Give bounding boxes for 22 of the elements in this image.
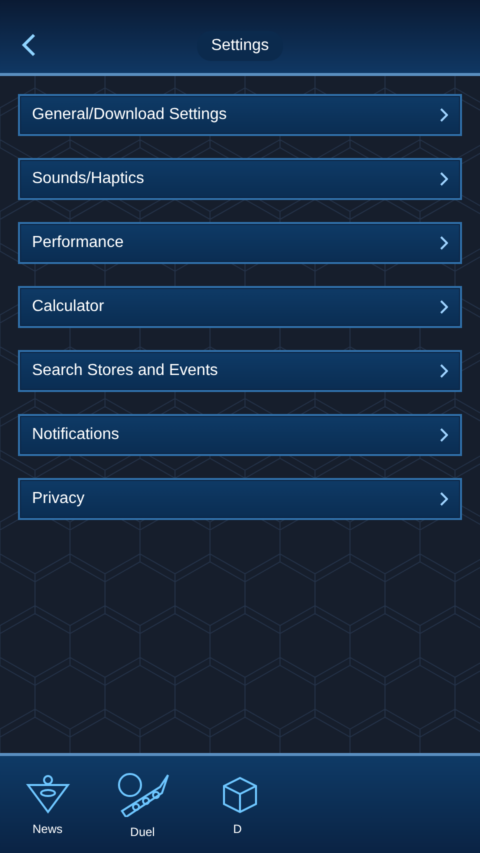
page-title: Settings bbox=[197, 31, 283, 61]
settings-menu-item[interactable]: Sounds/Haptics bbox=[18, 158, 462, 200]
pyramid-icon bbox=[26, 774, 70, 814]
duel-disk-icon bbox=[116, 770, 170, 816]
settings-menu-item[interactable]: Calculator bbox=[18, 286, 462, 328]
chevron-right-icon bbox=[440, 300, 448, 314]
chevron-right-icon bbox=[440, 492, 448, 506]
chevron-right-icon bbox=[440, 172, 448, 186]
settings-menu-item[interactable]: Performance bbox=[18, 222, 462, 264]
settings-menu-item[interactable]: Notifications bbox=[18, 414, 462, 456]
chevron-right-icon bbox=[440, 428, 448, 442]
nav-tab[interactable]: D bbox=[190, 756, 285, 853]
settings-menu-item[interactable]: Privacy bbox=[18, 478, 462, 520]
chevron-left-icon bbox=[22, 33, 36, 57]
nav-tab[interactable]: Duel bbox=[95, 756, 190, 853]
chevron-right-icon bbox=[440, 364, 448, 378]
nav-tab[interactable]: News bbox=[0, 756, 95, 853]
chevron-right-icon bbox=[440, 108, 448, 122]
settings-menu-item[interactable]: Search Stores and Events bbox=[18, 350, 462, 392]
settings-menu-item[interactable]: General/Download Settings bbox=[18, 94, 462, 136]
back-button[interactable] bbox=[20, 31, 38, 59]
chevron-right-icon bbox=[440, 236, 448, 250]
